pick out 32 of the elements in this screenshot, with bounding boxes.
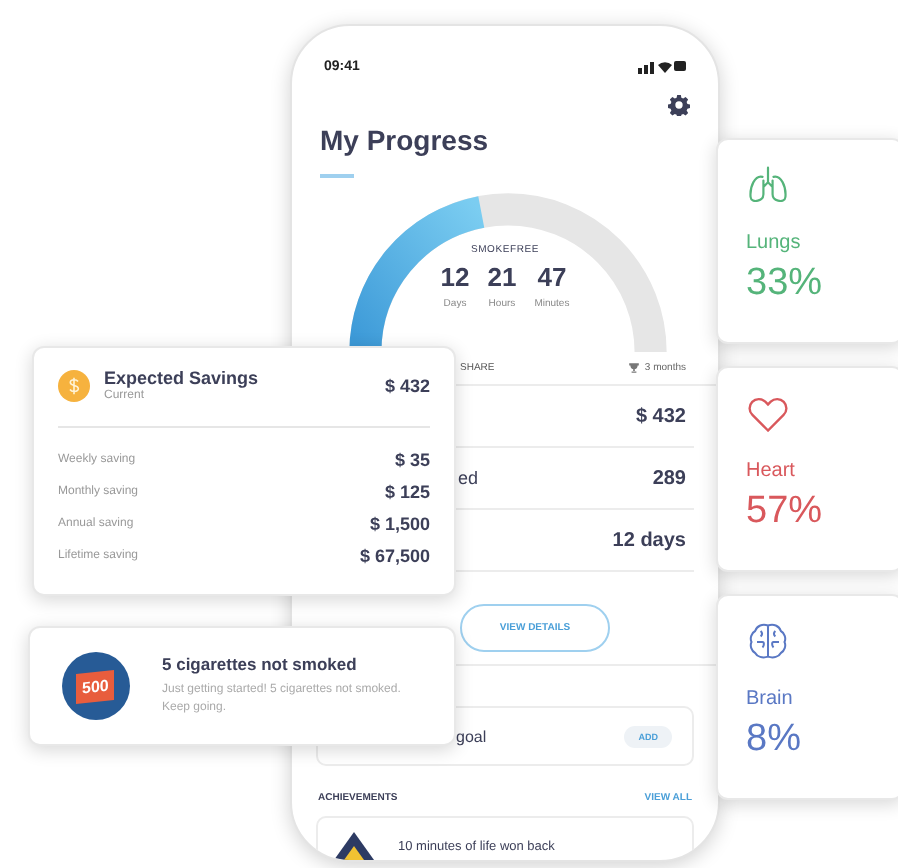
organ-percent: 33% (746, 262, 825, 306)
card-title: Expected Savings (104, 368, 261, 388)
settings-icon[interactable] (668, 94, 690, 116)
organ-percent: 8% (746, 718, 803, 762)
organ-name: Lungs (746, 232, 803, 254)
screen-title: My Progress (318, 124, 491, 156)
milestone-title: 5 cigarettes not smoked (162, 654, 359, 674)
counter-value: 12 (440, 262, 470, 292)
stat-label: ed (458, 468, 479, 488)
heart-icon (746, 392, 790, 436)
stat-value: 12 days (612, 529, 686, 551)
stat-value: 289 (652, 467, 686, 489)
counter-value: 47 (537, 262, 567, 292)
goal-label: goal (456, 727, 487, 745)
coin-icon (58, 369, 90, 401)
lungs-icon (746, 164, 790, 208)
saving-value: $ 125 (384, 482, 430, 502)
trophy-icon (628, 362, 641, 374)
saving-value: $ 67,500 (359, 546, 430, 566)
organ-name: Brain (746, 688, 795, 710)
mountain-icon (334, 832, 374, 860)
saving-value: $ 35 (394, 450, 430, 470)
badge-number: 500 (76, 668, 116, 704)
title-underline (320, 174, 354, 178)
saving-value: $ 1,500 (369, 514, 430, 534)
organ-name: Heart (746, 460, 797, 482)
total-amount: $ 432 (384, 375, 430, 395)
status-icons (638, 58, 686, 74)
organ-percent: 57% (746, 490, 825, 534)
brain-icon (746, 620, 790, 664)
counter-value: 21 (487, 262, 517, 292)
stat-value: $ 432 (635, 405, 686, 427)
